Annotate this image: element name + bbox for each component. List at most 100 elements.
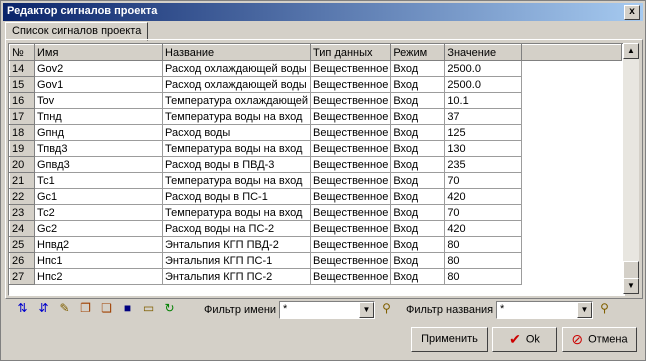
signal-value-cell[interactable]: 70	[444, 172, 523, 189]
signal-mode-cell[interactable]: Вход	[390, 156, 446, 173]
signal-data-type-cell[interactable]: Вещественное	[310, 124, 392, 141]
signal-mode-cell[interactable]: Вход	[390, 60, 446, 77]
apply-button[interactable]: Применить	[411, 327, 488, 352]
signal-data-type-cell[interactable]: Вещественное	[310, 140, 392, 157]
cancel-button[interactable]: ⊘ Отмена	[562, 327, 637, 352]
signal-value-cell[interactable]: 235	[444, 156, 523, 173]
signal-name-cell[interactable]: Тпвд3	[34, 140, 163, 157]
signal-name-cell[interactable]: Нпвд2	[34, 236, 163, 253]
signal-title-cell[interactable]: Расход воды в ПС-1	[161, 188, 312, 205]
signal-name-cell[interactable]: Tov	[34, 92, 163, 109]
signal-value-cell[interactable]: 37	[444, 108, 523, 125]
scroll-thumb[interactable]	[623, 261, 639, 279]
add-row-icon[interactable]: ⇅	[14, 300, 31, 317]
row-number-cell[interactable]: 14	[9, 60, 35, 77]
signal-name-cell[interactable]: Тс2	[34, 204, 163, 221]
signal-data-type-cell[interactable]: Вещественное	[310, 236, 392, 253]
paste-icon[interactable]: ❏	[98, 300, 115, 317]
vertical-scrollbar[interactable]: ▲ ▼	[623, 43, 639, 294]
signal-value-cell[interactable]: 10.1	[444, 92, 523, 109]
signal-title-cell[interactable]: Расход воды	[161, 124, 312, 141]
signal-mode-cell[interactable]: Вход	[390, 204, 446, 221]
column-header-data-type[interactable]: Тип данных	[310, 44, 392, 61]
column-header-title[interactable]: Название	[161, 44, 312, 61]
signal-data-type-cell[interactable]: Вещественное	[310, 92, 392, 109]
table-row[interactable]: 24 Gc2 Расход воды на ПС-2 Вещественное Вход…	[9, 220, 622, 237]
table-row[interactable]: 25 Нпвд2 Энтальпия КГП ПВД-2 Вещественное Вх…	[9, 236, 622, 253]
column-header-mode[interactable]: Режим	[390, 44, 446, 61]
table-row[interactable]: 19 Тпвд3 Температура воды на вход Веществен…	[9, 140, 622, 157]
signal-data-type-cell[interactable]: Вещественное	[310, 220, 392, 237]
signal-data-type-cell[interactable]: Вещественное	[310, 172, 392, 189]
signal-title-cell[interactable]: Энтальпия КГП ПС-2	[161, 268, 312, 285]
table-row[interactable]: 21 Тс1 Температура воды на вход Вещественно…	[9, 172, 622, 189]
signal-title-cell[interactable]: Температура воды на вход	[161, 172, 312, 189]
signal-value-cell[interactable]: 80	[444, 268, 523, 285]
column-header-name[interactable]: Имя	[34, 44, 163, 61]
title-filter-combo[interactable]: * ▼	[496, 301, 593, 319]
signal-value-cell[interactable]: 130	[444, 140, 523, 157]
table-row[interactable]: 15 Gov1 Расход охлаждающей воды Вещественно…	[9, 76, 622, 93]
close-button[interactable]: x	[624, 5, 640, 20]
signal-data-type-cell[interactable]: Вещественное	[310, 204, 392, 221]
signal-value-cell[interactable]: 420	[444, 188, 523, 205]
row-number-cell[interactable]: 26	[9, 252, 35, 269]
signal-name-cell[interactable]: Hпс2	[34, 268, 163, 285]
signal-data-type-cell[interactable]: Вещественное	[310, 108, 392, 125]
signal-value-cell[interactable]: 420	[444, 220, 523, 237]
row-number-cell[interactable]: 25	[9, 236, 35, 253]
signal-value-cell[interactable]: 2500.0	[444, 76, 523, 93]
signal-mode-cell[interactable]: Вход	[390, 108, 446, 125]
table-row[interactable]: 23 Тс2 Температура воды на вход Вещественно…	[9, 204, 622, 221]
signal-mode-cell[interactable]: Вход	[390, 252, 446, 269]
signal-value-cell[interactable]: 80	[444, 236, 523, 253]
copy-icon[interactable]: ❐	[77, 300, 94, 317]
table-row[interactable]: 27 Hпс2 Энтальпия КГП ПС-2 Вещественное Вход…	[9, 268, 622, 285]
row-number-cell[interactable]: 18	[9, 124, 35, 141]
signal-name-cell[interactable]: Gc2	[34, 220, 163, 237]
signal-name-cell[interactable]: Gc1	[34, 188, 163, 205]
signal-mode-cell[interactable]: Вход	[390, 124, 446, 141]
scroll-down-button[interactable]: ▼	[623, 278, 639, 294]
ok-button[interactable]: ✔ Ok	[492, 327, 557, 352]
signal-title-cell[interactable]: Расход охлаждающей воды	[161, 76, 312, 93]
table-row[interactable]: 14 Gov2 Расход охлаждающей воды Вещественно…	[9, 60, 622, 77]
table-row[interactable]: 26 Hпс1 Энтальпия КГП ПС-1 Вещественное Вход…	[9, 252, 622, 269]
signals-table[interactable]: № Имя Название Тип данных Режим Значение…	[8, 43, 625, 296]
signal-title-cell[interactable]: Расход охлаждающей воды	[161, 60, 312, 77]
signal-value-cell[interactable]: 80	[444, 252, 523, 269]
row-number-cell[interactable]: 21	[9, 172, 35, 189]
signal-title-cell[interactable]: Температура охлаждающей	[161, 92, 312, 109]
signal-mode-cell[interactable]: Вход	[390, 76, 446, 93]
save-icon[interactable]: ■	[119, 300, 136, 317]
signal-mode-cell[interactable]: Вход	[390, 236, 446, 253]
signal-value-cell[interactable]: 2500.0	[444, 60, 523, 77]
signal-mode-cell[interactable]: Вход	[390, 268, 446, 285]
apply-name-filter-icon[interactable]: ⚲	[378, 300, 395, 317]
row-number-cell[interactable]: 20	[9, 156, 35, 173]
delete-row-icon[interactable]: ⇵	[35, 300, 52, 317]
signal-data-type-cell[interactable]: Вещественное	[310, 76, 392, 93]
signal-data-type-cell[interactable]: Вещественное	[310, 60, 392, 77]
signal-mode-cell[interactable]: Вход	[390, 188, 446, 205]
signal-mode-cell[interactable]: Вход	[390, 172, 446, 189]
signal-name-cell[interactable]: Тс1	[34, 172, 163, 189]
signal-title-cell[interactable]: Энтальпия КГП ПВД-2	[161, 236, 312, 253]
chevron-down-icon[interactable]: ▼	[577, 302, 592, 318]
signal-value-cell[interactable]: 70	[444, 204, 523, 221]
signal-name-cell[interactable]: Тпнд	[34, 108, 163, 125]
signal-title-cell[interactable]: Энтальпия КГП ПС-1	[161, 252, 312, 269]
signal-name-cell[interactable]: Hпс1	[34, 252, 163, 269]
row-number-cell[interactable]: 15	[9, 76, 35, 93]
refresh-icon[interactable]: ↻	[161, 300, 178, 317]
signal-name-cell[interactable]: Gov1	[34, 76, 163, 93]
signal-title-cell[interactable]: Температура воды на вход	[161, 108, 312, 125]
signal-data-type-cell[interactable]: Вещественное	[310, 156, 392, 173]
signal-data-type-cell[interactable]: Вещественное	[310, 252, 392, 269]
signal-mode-cell[interactable]: Вход	[390, 220, 446, 237]
signal-data-type-cell[interactable]: Вещественное	[310, 188, 392, 205]
row-number-cell[interactable]: 24	[9, 220, 35, 237]
signal-name-cell[interactable]: Gпнд	[34, 124, 163, 141]
signal-data-type-cell[interactable]: Вещественное	[310, 268, 392, 285]
signal-title-cell[interactable]: Расход воды в ПВД-3	[161, 156, 312, 173]
